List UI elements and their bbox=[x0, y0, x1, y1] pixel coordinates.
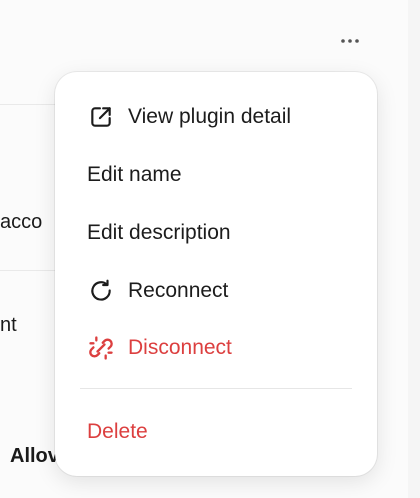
more-options-button[interactable] bbox=[334, 28, 366, 52]
menu-item-label: Delete bbox=[87, 420, 148, 443]
menu-item-label: View plugin detail bbox=[128, 105, 292, 128]
refresh-icon bbox=[87, 277, 115, 305]
menu-item-reconnect[interactable]: Reconnect bbox=[55, 268, 377, 314]
background-text-fragment: nt bbox=[0, 314, 17, 336]
menu-item-label: Edit name bbox=[87, 163, 182, 186]
menu-item-disconnect[interactable]: Disconnect bbox=[55, 325, 377, 371]
plugin-options-menu: View plugin detail Edit name Edit descri… bbox=[55, 72, 377, 476]
background-text-fragment: Allov bbox=[10, 445, 59, 467]
menu-item-edit-name[interactable]: Edit name bbox=[55, 152, 377, 198]
menu-item-label: Reconnect bbox=[128, 279, 229, 302]
menu-item-label: Edit description bbox=[87, 221, 231, 244]
ellipsis-icon bbox=[339, 31, 361, 49]
menu-item-label: Disconnect bbox=[128, 336, 232, 359]
menu-item-edit-description[interactable]: Edit description bbox=[55, 210, 377, 256]
background-scroll-strip bbox=[408, 0, 420, 498]
menu-item-view-plugin-detail[interactable]: View plugin detail bbox=[55, 94, 377, 140]
menu-divider bbox=[80, 388, 352, 389]
background-text-fragment: acco bbox=[0, 211, 43, 233]
broken-link-icon bbox=[87, 334, 115, 362]
external-link-icon bbox=[87, 103, 115, 131]
menu-item-delete[interactable]: Delete bbox=[55, 409, 377, 455]
